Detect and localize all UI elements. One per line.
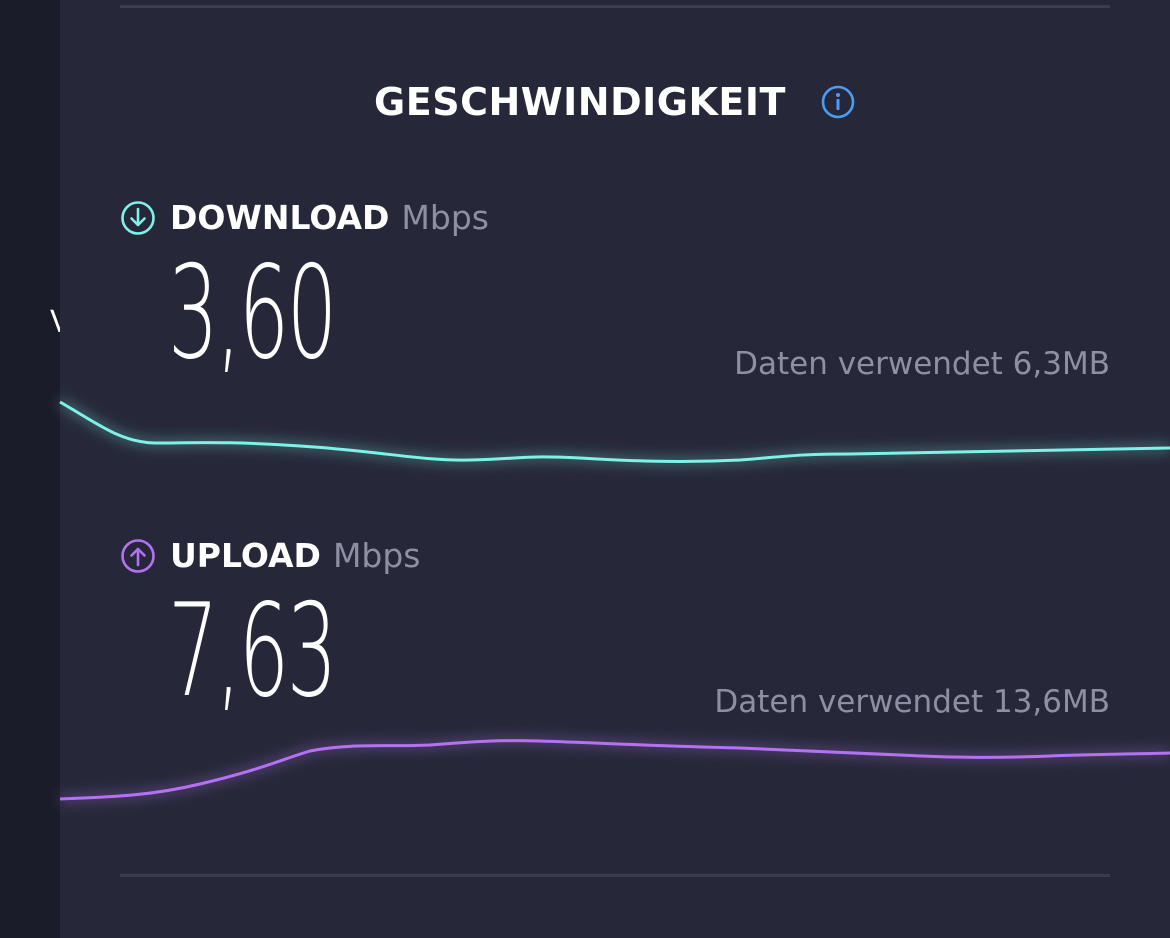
bottom-divider	[120, 874, 1110, 877]
download-curve	[59, 400, 1170, 463]
speed-graphs	[58, 398, 1170, 803]
upload-curve	[59, 739, 1170, 801]
speed-detail-panel: V GESCHWINDIGKEIT DOWNLOAD Mbps 3,60 Dat…	[0, 0, 1170, 938]
upload-curve-glow	[59, 736, 1170, 803]
